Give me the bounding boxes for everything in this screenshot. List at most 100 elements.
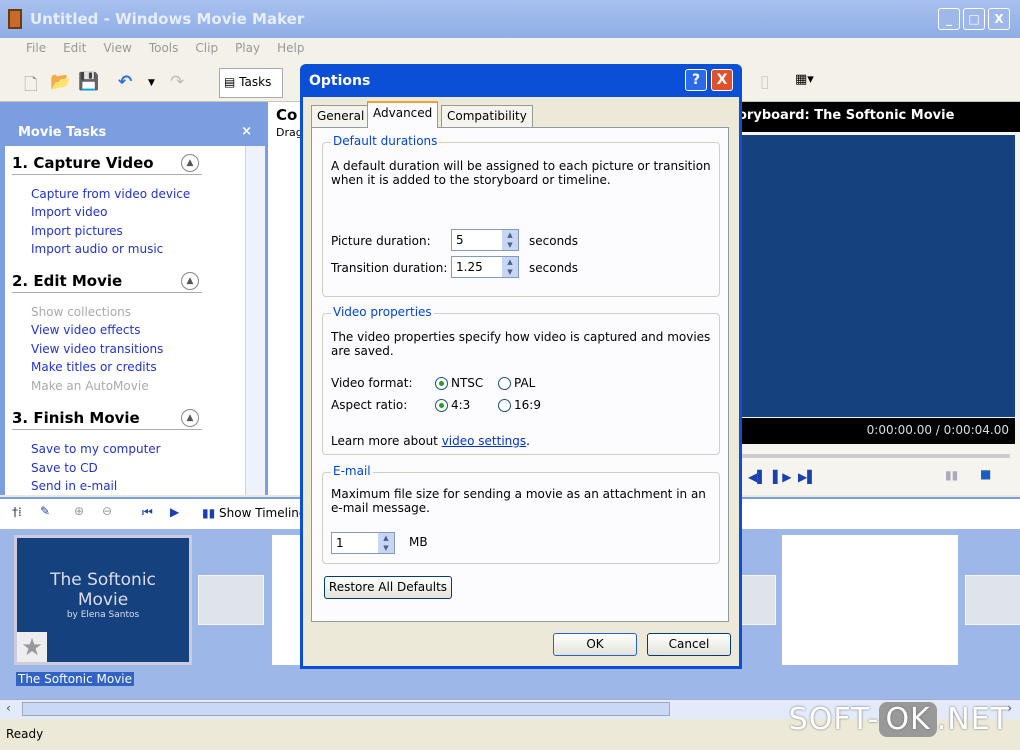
seek-bar[interactable] [720,454,1010,458]
group-video-properties: Video properties The video properties sp… [322,305,720,455]
spinner-arrows-icon[interactable]: ▲ ▼ [378,533,394,553]
rewind-icon[interactable]: ⏮ [142,505,153,520]
split-clip-icon[interactable]: ▮▮ [945,468,958,482]
next-frame-icon[interactable]: ▌▶ [773,470,791,484]
zoom-in-icon[interactable]: ⊕ [74,504,84,518]
dialog-body: General Advanced Compatibility Default d… [303,97,739,666]
dialog-close-button[interactable]: X [711,69,733,91]
pane-subtitle: Drag [276,126,303,139]
picture-duration-input[interactable]: 5 ▲ ▼ [451,229,519,251]
menu-tools[interactable]: Tools [149,41,179,55]
link-titles-credits[interactable]: Make titles or credits [31,360,157,374]
menu-file[interactable]: File [26,41,46,55]
link-video-effects[interactable]: View video effects [31,323,140,337]
transition-slot[interactable] [965,575,1020,625]
ntsc-label: NTSC [451,376,484,390]
previous-frame-icon[interactable]: ◀▌ [748,470,766,484]
group-title: Video properties [331,305,434,319]
split-icon[interactable]: ▯ [760,72,769,92]
link-save-computer[interactable]: Save to my computer [31,442,161,456]
tab-advanced[interactable]: Advanced [367,101,439,128]
snapshot-icon[interactable]: ■ [980,467,991,481]
set-audio-levels-icon[interactable]: †⁞ [12,505,22,519]
undo-icon[interactable]: ↶ [118,72,132,92]
radio-4-3[interactable] [435,399,448,412]
seconds-label: seconds [529,261,579,275]
app-icon [8,9,22,29]
clip-byline: by Elena Santos [66,610,140,620]
radio-16-9[interactable] [498,399,511,412]
menu-view[interactable]: View [103,41,131,55]
ok-button[interactable]: OK [553,633,637,656]
new-icon[interactable]: 🗋 [24,72,38,101]
link-video-transitions[interactable]: View video transitions [31,342,163,356]
collapse-icon[interactable]: ▲ [181,154,199,172]
tab-general[interactable]: General [311,105,371,127]
cancel-button[interactable]: Cancel [647,633,731,656]
menu-bar: File Edit View Tools Clip Play Help [0,38,1020,60]
tasks-button[interactable]: ▤ Tasks [219,68,283,98]
menu-help[interactable]: Help [277,41,304,55]
section-finish-movie[interactable]: 3. Finish Movie [12,409,202,430]
watermark: SOFT- OK .NET [788,702,1010,737]
open-icon[interactable]: 📂 [50,72,71,92]
zoom-out-icon[interactable]: ⊖ [102,504,112,518]
radio-pal[interactable] [498,377,511,390]
show-timeline-button[interactable]: ▮▮ Show Timeline [202,506,306,520]
spinner-arrows-icon[interactable]: ▲ ▼ [502,257,518,277]
minimize-button[interactable]: _ [938,8,960,30]
link-show-collections: Show collections [31,305,132,319]
tasks-scrollbar[interactable] [245,146,265,495]
section-capture-video[interactable]: 1. Capture Video [12,154,202,175]
play-icon[interactable]: ▶ [170,505,179,519]
tab-compatibility[interactable]: Compatibility [441,105,533,127]
clip-title-text: The Softonic [50,570,156,590]
movie-tasks-header: Movie Tasks × [18,124,252,140]
email-size-input[interactable]: 1 ▲ ▼ [331,532,395,554]
preview-title: oryboard: The Softonic Movie [720,102,1020,132]
advanced-panel: Default durations A default duration wil… [311,127,729,622]
collapse-icon[interactable]: ▲ [181,272,199,290]
close-pane-icon[interactable]: × [241,124,252,139]
clip-title-frame[interactable]: The Softonic Movie by Elena Santos ★ [14,535,192,665]
close-button[interactable]: X [988,8,1010,30]
view-icon[interactable]: ▦▾ [795,72,814,87]
link-import-video[interactable]: Import video [31,205,107,219]
link-save-cd[interactable]: Save to CD [31,461,98,475]
scroll-left-icon[interactable]: ‹ [6,701,11,715]
section-edit-movie[interactable]: 2. Edit Movie [12,272,202,293]
title-bar: Untitled - Windows Movie Maker [0,0,1020,38]
menu-clip[interactable]: Clip [195,41,218,55]
empty-frame[interactable] [782,535,958,665]
seconds-label: seconds [529,234,579,248]
scroll-thumb[interactable] [22,702,670,716]
menu-edit[interactable]: Edit [63,41,86,55]
radio-ntsc[interactable] [435,377,448,390]
redo-icon[interactable]: ↷ [170,72,184,92]
help-button[interactable]: ? [685,69,707,91]
maximize-button[interactable]: □ [963,8,985,30]
undo-dropdown-icon[interactable]: ▼ [148,78,155,88]
link-send-email[interactable]: Send in e-mail [31,479,117,493]
group-title: E-mail [331,464,373,478]
end-icon[interactable]: ▶▌ [798,470,816,484]
transition-duration-input[interactable]: 1.25 ▲ ▼ [451,256,519,278]
aspect-16-9-label: 16:9 [514,398,541,412]
transition-slot[interactable] [198,575,264,625]
video-settings-link[interactable]: video settings [442,434,526,448]
dialog-title-bar: Options ? X [303,64,739,97]
link-import-audio[interactable]: Import audio or music [31,242,163,256]
restore-defaults-button[interactable]: Restore All Defaults [324,576,452,599]
menu-play[interactable]: Play [235,41,260,55]
collapse-icon[interactable]: ▲ [181,409,199,427]
clip-label[interactable]: The Softonic Movie [16,672,135,686]
narrate-icon[interactable]: ✎ [40,504,50,518]
link-capture-device[interactable]: Capture from video device [31,187,190,201]
transition-duration-label: Transition duration: [331,261,448,275]
learn-more-text: Learn more about video settings. [331,434,530,448]
spinner-arrows-icon[interactable]: ▲ ▼ [502,230,518,250]
aspect-ratio-label: Aspect ratio: [331,398,408,412]
save-icon[interactable]: 💾 [78,72,99,92]
link-import-pictures[interactable]: Import pictures [31,224,123,238]
options-dialog: Options ? X General Advanced Compatibili… [300,64,742,669]
